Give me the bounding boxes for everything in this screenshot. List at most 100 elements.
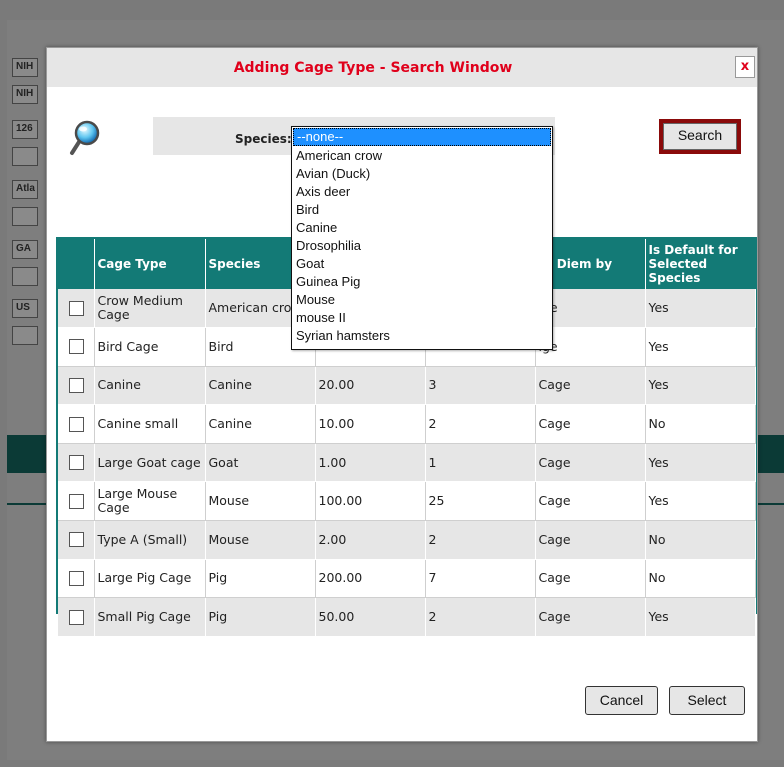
background-field: GA <box>12 240 38 259</box>
per-diem-by-cell: Cage <box>535 443 646 483</box>
cage-type-cell: Crow Medium Cage <box>94 289 206 329</box>
cage-type-cell: Canine <box>94 366 206 406</box>
is-default-cell: No <box>645 559 756 599</box>
is-default-cell: No <box>645 520 756 560</box>
background-field <box>12 147 38 166</box>
row-checkbox[interactable] <box>69 532 84 548</box>
dialog-title: Adding Cage Type - Search Window <box>233 60 513 76</box>
background-top-bar <box>0 0 784 20</box>
background-field: NIH <box>12 85 38 104</box>
table-row[interactable]: Type A (Small) Mouse 2.00 2 Cage No <box>58 520 756 560</box>
row-checkbox-cell[interactable] <box>58 597 95 637</box>
dropdown-option[interactable]: mouse II <box>292 309 552 327</box>
capacity-cell: 1 <box>425 443 536 483</box>
column-header-select <box>58 239 95 289</box>
is-default-cell: Yes <box>645 443 756 483</box>
capacity-cell: 25 <box>425 481 536 522</box>
background-field: Atla <box>12 180 38 199</box>
species-cell: Mouse <box>205 481 316 522</box>
table-row[interactable]: Canine Canine 20.00 3 Cage Yes <box>58 366 756 406</box>
cage-type-cell: Large Goat cage <box>94 443 206 483</box>
row-checkbox[interactable] <box>69 570 84 586</box>
row-checkbox-cell[interactable] <box>58 481 95 522</box>
column-header-cage-type[interactable]: Cage Type <box>94 239 206 289</box>
background-field <box>12 326 38 345</box>
is-default-cell: Yes <box>645 481 756 522</box>
capacity-cell: 2 <box>425 404 536 444</box>
search-icon <box>70 120 100 155</box>
is-default-cell: Yes <box>645 289 756 329</box>
dropdown-option[interactable]: Canine <box>292 219 552 237</box>
per-diem-by-cell: Cage <box>535 404 646 444</box>
capacity-cell: 2 <box>425 597 536 637</box>
table-row[interactable]: Large Goat cage Goat 1.00 1 Cage Yes <box>58 443 756 483</box>
is-default-cell: Yes <box>645 327 756 367</box>
species-cell: Goat <box>205 443 316 483</box>
species-dropdown-list[interactable]: --none-- American crow Avian (Duck) Axis de… <box>291 126 553 350</box>
capacity-cell: 2 <box>425 520 536 560</box>
species-cell: Pig <box>205 559 316 599</box>
background-field <box>12 267 38 286</box>
row-checkbox[interactable] <box>69 493 84 509</box>
per-diem-by-cell: Cage <box>535 366 646 406</box>
dropdown-option[interactable]: Goat <box>292 255 552 273</box>
dialog-header: Adding Cage Type - Search Window x <box>47 48 757 87</box>
row-checkbox-cell[interactable] <box>58 327 95 367</box>
row-checkbox[interactable] <box>69 609 84 625</box>
column-header-is-default[interactable]: Is Default for Selected Species <box>645 239 755 289</box>
table-row[interactable]: Large Pig Cage Pig 200.00 7 Cage No <box>58 559 756 599</box>
row-checkbox[interactable] <box>69 455 84 471</box>
per-diem-by-cell: Cage <box>535 597 646 637</box>
rate-cell: 10.00 <box>315 404 426 444</box>
is-default-cell: Yes <box>645 597 756 637</box>
row-checkbox[interactable] <box>69 416 84 432</box>
dropdown-option[interactable]: Syrian hamsters <box>292 327 552 345</box>
row-checkbox-cell[interactable] <box>58 559 95 599</box>
background-field <box>12 207 38 226</box>
row-checkbox-cell[interactable] <box>58 520 95 560</box>
table-row[interactable]: Large Mouse Cage Mouse 100.00 25 Cage Yes <box>58 481 756 522</box>
close-button[interactable]: x <box>735 56 755 78</box>
dropdown-option[interactable]: Guinea Pig <box>292 273 552 291</box>
table-row[interactable]: Canine small Canine 10.00 2 Cage No <box>58 404 756 444</box>
row-checkbox[interactable] <box>69 339 84 355</box>
dropdown-option[interactable]: Avian (Duck) <box>292 165 552 183</box>
row-checkbox[interactable] <box>69 300 84 316</box>
per-diem-by-cell: Cage <box>535 520 646 560</box>
cage-type-cell: Canine small <box>94 404 206 444</box>
row-checkbox-cell[interactable] <box>58 289 95 329</box>
per-diem-by-cell: Cage <box>535 559 646 599</box>
species-cell: Canine <box>205 404 316 444</box>
cage-type-cell: Large Mouse Cage <box>94 481 206 522</box>
per-diem-by-cell: Cage <box>535 481 646 522</box>
dropdown-option[interactable]: Drosophilia <box>292 237 552 255</box>
species-cell: Mouse <box>205 520 316 560</box>
cage-type-cell: Type A (Small) <box>94 520 206 560</box>
row-checkbox-cell[interactable] <box>58 404 95 444</box>
is-default-cell: No <box>645 404 756 444</box>
species-cell: Pig <box>205 597 316 637</box>
rate-cell: 2.00 <box>315 520 426 560</box>
row-checkbox-cell[interactable] <box>58 443 95 483</box>
species-cell: Canine <box>205 366 316 406</box>
dropdown-option[interactable]: American crow <box>292 147 552 165</box>
rate-cell: 20.00 <box>315 366 426 406</box>
select-button[interactable]: Select <box>669 686 745 715</box>
search-button-frame: Search <box>659 119 741 154</box>
dropdown-option[interactable]: Mouse <box>292 291 552 309</box>
rate-cell: 200.00 <box>315 559 426 599</box>
species-label: Species: <box>235 132 292 146</box>
dropdown-option[interactable]: Axis deer <box>292 183 552 201</box>
search-button[interactable]: Search <box>663 123 737 150</box>
capacity-cell: 3 <box>425 366 536 406</box>
table-row[interactable]: Small Pig Cage Pig 50.00 2 Cage Yes <box>58 597 756 637</box>
dropdown-option[interactable]: Bird <box>292 201 552 219</box>
row-checkbox-cell[interactable] <box>58 366 95 406</box>
search-dialog: Adding Cage Type - Search Window x Speci… <box>46 47 758 742</box>
cancel-button[interactable]: Cancel <box>585 686 658 715</box>
background-field: US <box>12 299 38 318</box>
row-checkbox[interactable] <box>69 377 84 393</box>
rate-cell: 100.00 <box>315 481 426 522</box>
dropdown-option[interactable]: --none-- <box>293 128 551 146</box>
cage-type-cell: Bird Cage <box>94 327 206 367</box>
